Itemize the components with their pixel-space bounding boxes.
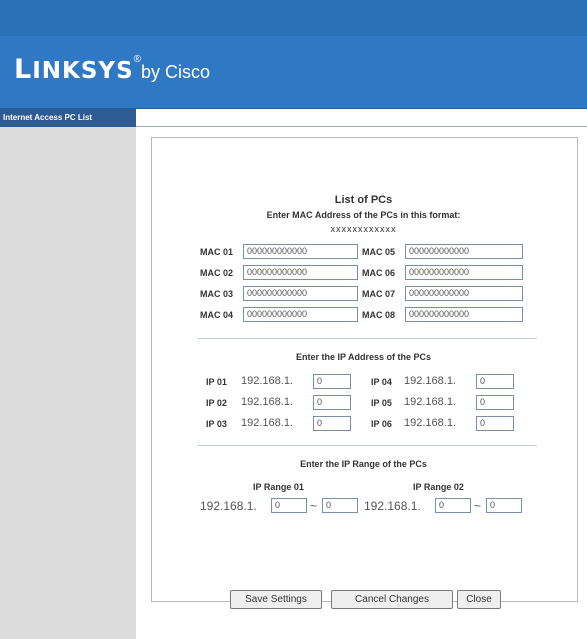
mac-label: MAC 02 xyxy=(200,268,234,278)
mac-format-hint: xxxxxxxxxxxx xyxy=(330,224,397,234)
ip-prefix: 192.168.1. xyxy=(404,396,456,408)
mac-label: MAC 08 xyxy=(362,310,396,320)
mac-label: MAC 05 xyxy=(362,247,396,257)
range-prefix-02: 192.168.1. xyxy=(364,499,421,513)
sidebar xyxy=(0,109,136,639)
range-label-02: IP Range 02 xyxy=(413,482,464,492)
mac-input-07[interactable]: 000000000000 xyxy=(405,286,523,301)
mac-instruction: Enter MAC Address of the PCs in this for… xyxy=(266,210,461,220)
range-01-end-input[interactable]: 0 xyxy=(322,498,358,513)
top-bar xyxy=(0,0,587,36)
header-divider xyxy=(136,126,587,127)
mac-label: MAC 07 xyxy=(362,289,396,299)
ip-input-04[interactable]: 0 xyxy=(476,374,514,389)
ip-prefix: 192.168.1. xyxy=(241,375,293,387)
mac-label: MAC 06 xyxy=(362,268,396,278)
range-02-start-input[interactable]: 0 xyxy=(435,498,471,513)
section-divider xyxy=(197,338,537,339)
mac-input-04[interactable]: 000000000000 xyxy=(243,307,358,322)
range-label-01: IP Range 01 xyxy=(253,482,304,492)
close-button[interactable]: Close xyxy=(457,590,501,609)
mac-label: MAC 04 xyxy=(200,310,234,320)
ip-label: IP 03 xyxy=(206,419,227,429)
range-separator: ~ xyxy=(474,499,482,513)
pc-list-panel xyxy=(151,137,578,602)
mac-label: MAC 03 xyxy=(200,289,234,299)
range-prefix-01: 192.168.1. xyxy=(200,499,257,513)
ip-label: IP 06 xyxy=(371,419,392,429)
range-01-start-input[interactable]: 0 xyxy=(271,498,307,513)
ip-prefix: 192.168.1. xyxy=(404,375,456,387)
ip-label: IP 01 xyxy=(206,377,227,387)
page-title: List of PCs xyxy=(334,194,393,206)
cancel-changes-button[interactable]: Cancel Changes xyxy=(331,590,453,609)
ip-input-06[interactable]: 0 xyxy=(476,416,514,431)
ip-input-02[interactable]: 0 xyxy=(313,395,351,410)
ip-input-01[interactable]: 0 xyxy=(313,374,351,389)
mac-input-03[interactable]: 000000000000 xyxy=(243,286,358,301)
ip-input-05[interactable]: 0 xyxy=(476,395,514,410)
logo-registered-mark: ® xyxy=(133,54,142,65)
linksys-logo: LINKSYS®by Cisco xyxy=(14,54,210,85)
mac-input-08[interactable]: 000000000000 xyxy=(405,307,523,322)
sidebar-heading: Internet Access PC List xyxy=(0,109,136,127)
logo-byline: by Cisco xyxy=(141,62,211,82)
ip-label: IP 04 xyxy=(371,377,392,387)
ip-prefix: 192.168.1. xyxy=(404,417,456,429)
ip-instruction: Enter the IP Address of the PCs xyxy=(295,352,432,362)
mac-input-01[interactable]: 000000000000 xyxy=(243,244,358,259)
range-separator: ~ xyxy=(310,499,318,513)
range-instruction: Enter the IP Range of the PCs xyxy=(300,459,427,469)
ip-prefix: 192.168.1. xyxy=(241,417,293,429)
save-settings-button[interactable]: Save Settings xyxy=(230,590,322,609)
mac-label: MAC 01 xyxy=(200,247,234,257)
mac-input-02[interactable]: 000000000000 xyxy=(243,265,358,280)
ip-input-03[interactable]: 0 xyxy=(313,416,351,431)
ip-label: IP 02 xyxy=(206,398,227,408)
mac-input-05[interactable]: 000000000000 xyxy=(405,244,523,259)
ip-prefix: 192.168.1. xyxy=(241,396,293,408)
range-02-end-input[interactable]: 0 xyxy=(486,498,522,513)
mac-input-06[interactable]: 000000000000 xyxy=(405,265,523,280)
ip-label: IP 05 xyxy=(371,398,392,408)
section-divider xyxy=(197,445,537,446)
logo-wordmark: LINKSYS xyxy=(14,54,134,85)
